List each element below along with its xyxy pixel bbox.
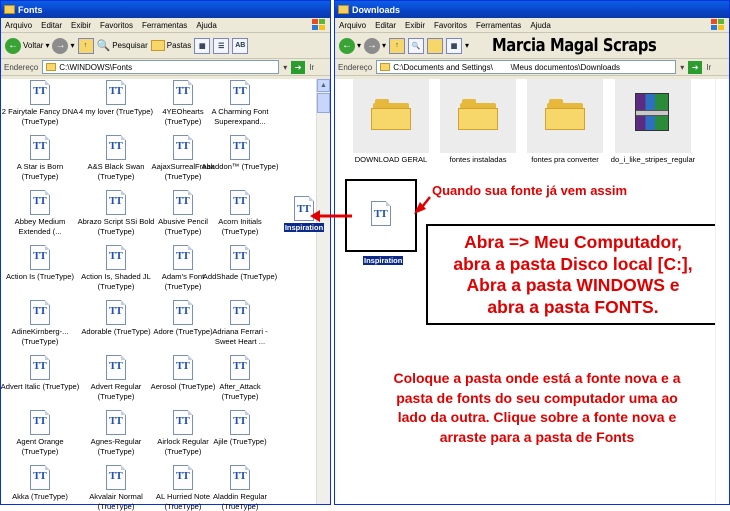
arrows-overlay: [310, 196, 431, 222]
left-arrow-icon: [310, 210, 352, 222]
callout-arrow-icon: [414, 196, 431, 214]
